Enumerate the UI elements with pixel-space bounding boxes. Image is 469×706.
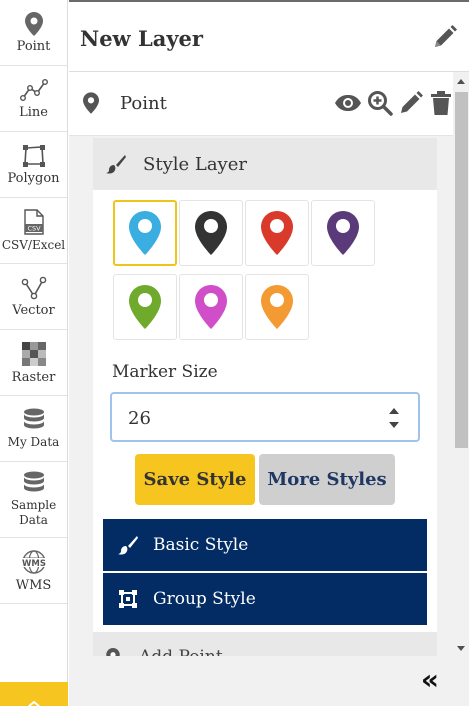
group-style-icon xyxy=(103,589,153,609)
rail-label-polygon: Polygon xyxy=(7,170,60,186)
scroll-up-icon[interactable] xyxy=(457,79,465,84)
page-title: New Layer xyxy=(80,26,203,51)
marker-size-stepper[interactable] xyxy=(388,406,400,430)
vector-icon xyxy=(21,276,46,299)
zoom-in-icon xyxy=(368,91,393,116)
zoom-to-layer-button[interactable] xyxy=(367,90,393,120)
edit-title-button[interactable] xyxy=(432,24,458,54)
rail-label-my-data: My Data xyxy=(7,434,60,449)
marker-option-black[interactable] xyxy=(179,200,243,266)
marker-option-green[interactable] xyxy=(113,274,177,340)
layer-name: Point xyxy=(120,93,167,114)
csv-badge-text: CSV xyxy=(27,224,41,232)
marker-option-purple[interactable] xyxy=(311,200,375,266)
rail-item-polygon[interactable]: Polygon xyxy=(0,132,67,198)
map-marker-icon xyxy=(327,211,359,255)
pencil-icon xyxy=(401,91,423,113)
style-layer-body: Marker Size 26 Save Style More Styles Ba… xyxy=(93,190,437,658)
marker-option-pink[interactable] xyxy=(179,274,243,340)
wms-globe-icon: WMS xyxy=(20,549,47,574)
rail-item-line[interactable]: Line xyxy=(0,66,67,132)
wms-badge-text: WMS xyxy=(22,559,46,569)
pencil-icon xyxy=(435,25,457,47)
basic-style-option[interactable]: Basic Style xyxy=(103,519,427,571)
marker-option-orange[interactable] xyxy=(245,274,309,340)
raster-icon xyxy=(21,341,46,366)
scroll-down-icon[interactable] xyxy=(457,646,465,651)
rail-item-raster[interactable]: Raster xyxy=(0,330,67,396)
paintbrush-icon xyxy=(106,154,126,178)
panel-header: New Layer xyxy=(69,2,469,72)
add-point-row[interactable]: Add Point xyxy=(93,632,437,658)
edit-layer-button[interactable] xyxy=(398,90,424,120)
rail-item-point[interactable]: Point xyxy=(0,0,67,66)
rail-label-wms: WMS xyxy=(15,577,52,593)
rail-label-vector: Vector xyxy=(12,302,55,318)
save-style-button[interactable]: Save Style xyxy=(135,454,255,505)
map-marker-icon xyxy=(129,285,161,329)
marker-option-red[interactable] xyxy=(245,200,309,266)
rail-label-raster: Raster xyxy=(11,369,56,385)
vertical-scrollbar[interactable] xyxy=(453,72,469,658)
polygon-icon xyxy=(22,144,45,167)
panel-footer: « xyxy=(69,656,469,706)
map-marker-icon xyxy=(195,285,227,329)
csv-file-icon: CSV xyxy=(23,208,44,235)
style-layer-label: Style Layer xyxy=(143,154,247,175)
panel-scroll-area[interactable]: Point Style Layer Marker Size 26 Save St… xyxy=(69,72,469,658)
database-icon xyxy=(23,471,44,492)
rail-item-vector[interactable]: Vector xyxy=(0,264,67,330)
layer-panel: New Layer Point Style Layer Marker Size … xyxy=(69,0,469,706)
trash-icon xyxy=(431,91,451,115)
point-icon xyxy=(83,92,99,118)
group-style-option[interactable]: Group Style xyxy=(103,573,427,625)
eye-icon xyxy=(335,95,361,111)
more-styles-button[interactable]: More Styles xyxy=(259,454,395,505)
rail-item-my-data[interactable]: My Data xyxy=(0,396,67,462)
marker-size-input[interactable]: 26 xyxy=(110,392,420,442)
rail-label-csv-excel: CSV/Excel xyxy=(1,237,66,252)
rail-item-sample-data[interactable]: Sample Data xyxy=(0,462,67,538)
marker-option-blue[interactable] xyxy=(113,200,177,266)
paintbrush-icon xyxy=(103,535,153,555)
scroll-thumb[interactable] xyxy=(455,92,468,448)
point-icon xyxy=(24,11,43,36)
rail-item-csv-excel[interactable]: CSV CSV/Excel xyxy=(0,198,67,264)
basic-style-label: Basic Style xyxy=(153,535,249,555)
map-marker-icon xyxy=(261,211,293,255)
visibility-toggle[interactable] xyxy=(334,91,362,119)
database-icon xyxy=(23,408,44,428)
map-marker-icon xyxy=(195,211,227,255)
chevron-up-icon xyxy=(28,700,40,706)
rail-label-line: Line xyxy=(19,104,48,120)
map-marker-icon xyxy=(129,211,161,255)
rail-label-point: Point xyxy=(16,38,51,54)
layer-actions xyxy=(334,90,453,120)
collapse-panel-button[interactable]: « xyxy=(421,666,439,694)
style-layer-header[interactable]: Style Layer xyxy=(93,138,437,190)
layer-row[interactable]: Point xyxy=(69,72,453,136)
line-icon xyxy=(19,78,48,101)
delete-layer-button[interactable] xyxy=(429,90,453,120)
map-marker-icon xyxy=(261,285,293,329)
rail-label-sample-data: Sample Data xyxy=(10,498,57,527)
marker-size-label: Marker Size xyxy=(112,362,218,382)
stepper-down-icon[interactable] xyxy=(389,422,399,428)
tool-rail: Point Line Polygon CSV CSV/Excel Vector … xyxy=(0,0,68,706)
group-style-label: Group Style xyxy=(153,589,256,609)
marker-size-value: 26 xyxy=(128,408,151,429)
rail-item-wms[interactable]: WMS WMS xyxy=(0,538,67,604)
rail-active-indicator[interactable] xyxy=(0,682,68,706)
stepper-up-icon[interactable] xyxy=(389,408,399,414)
